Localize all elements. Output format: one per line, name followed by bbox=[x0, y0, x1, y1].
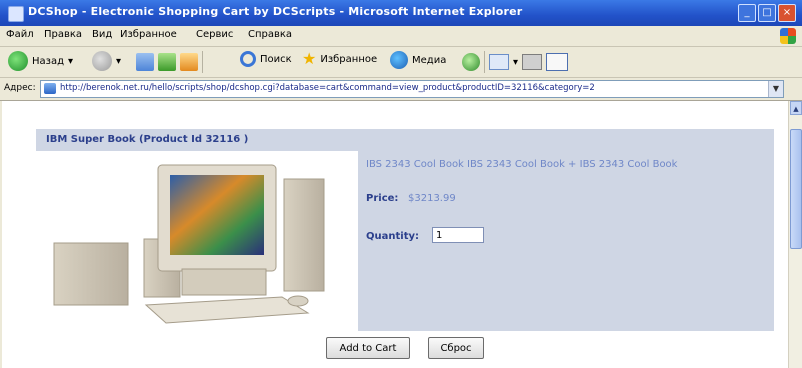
favorites-button[interactable]: ★ Избранное bbox=[302, 51, 377, 67]
media-icon bbox=[390, 51, 408, 69]
toolbar-separator bbox=[202, 51, 203, 73]
print-icon[interactable] bbox=[522, 54, 543, 70]
star-icon: ★ bbox=[302, 49, 317, 68]
quantity-label: Quantity: bbox=[366, 231, 419, 242]
product-description: IBS 2343 Cool Book IBS 2343 Cool Book + … bbox=[366, 159, 678, 170]
close-button[interactable]: × bbox=[778, 4, 796, 22]
product-details: IBS 2343 Cool Book IBS 2343 Cool Book + … bbox=[358, 151, 774, 331]
add-to-cart-button[interactable]: Add to Cart bbox=[326, 337, 410, 359]
menu-edit[interactable]: Правка bbox=[44, 29, 82, 40]
page-content: IBM Super Book (Product Id 32116 ) IBS 2… bbox=[2, 101, 788, 368]
window-controls: _ □ × bbox=[738, 4, 796, 22]
back-button[interactable]: Назад ▾ bbox=[8, 51, 73, 71]
media-label: Медиа bbox=[412, 54, 447, 66]
menu-tools[interactable]: Сервис bbox=[196, 29, 233, 40]
window-title: DCShop - Electronic Shopping Cart by DCS… bbox=[28, 5, 523, 18]
product-header: IBM Super Book (Product Id 32116 ) bbox=[36, 129, 774, 151]
search-icon bbox=[240, 51, 256, 67]
history-icon[interactable] bbox=[462, 53, 480, 71]
address-bar: Адрес: http://berenok.net.ru/hello/scrip… bbox=[0, 78, 802, 101]
home-icon[interactable] bbox=[180, 53, 198, 71]
product-title: IBM Super Book (Product Id 32116 ) bbox=[46, 134, 249, 145]
vertical-scrollbar[interactable]: ▲ bbox=[788, 101, 802, 368]
back-label: Назад bbox=[32, 55, 65, 67]
address-dropdown-icon[interactable]: ▼ bbox=[768, 81, 783, 97]
ie-page-icon bbox=[8, 6, 24, 22]
stop-icon[interactable] bbox=[136, 53, 154, 71]
forward-button[interactable]: ▾ bbox=[92, 51, 121, 71]
menu-help[interactable]: Справка bbox=[248, 29, 292, 40]
quantity-input[interactable] bbox=[432, 227, 484, 243]
title-bar[interactable]: DCShop - Electronic Shopping Cart by DCS… bbox=[0, 0, 802, 27]
extra-buttons: ▾ bbox=[462, 51, 569, 73]
address-input[interactable]: http://berenok.net.ru/hello/scripts/shop… bbox=[40, 80, 784, 98]
menu-view[interactable]: Вид bbox=[92, 29, 112, 40]
scroll-thumb[interactable] bbox=[790, 129, 802, 249]
address-url: http://berenok.net.ru/hello/scripts/shop… bbox=[60, 83, 595, 93]
reset-button[interactable]: Сброс bbox=[428, 337, 484, 359]
page-icon bbox=[44, 83, 56, 94]
edit-icon[interactable] bbox=[546, 53, 569, 71]
price-value: $3213.99 bbox=[408, 193, 456, 204]
favorites-label: Избранное bbox=[320, 53, 378, 65]
address-label: Адрес: bbox=[4, 83, 36, 93]
maximize-button[interactable]: □ bbox=[758, 4, 776, 22]
forward-dropdown-icon: ▾ bbox=[116, 55, 122, 67]
back-dropdown-icon: ▾ bbox=[68, 55, 74, 67]
search-button[interactable]: Поиск bbox=[240, 51, 292, 67]
mail-dropdown-icon[interactable]: ▾ bbox=[513, 57, 518, 68]
computer-image bbox=[53, 164, 325, 324]
minimize-button[interactable]: _ bbox=[738, 4, 756, 22]
refresh-icon[interactable] bbox=[158, 53, 176, 71]
toolbar-separator-2 bbox=[484, 51, 485, 73]
toolbar: Назад ▾ ▾ Поиск ★ Избранное Медиа ▾ bbox=[0, 47, 802, 78]
mail-icon[interactable] bbox=[489, 54, 509, 70]
forward-arrow-icon bbox=[92, 51, 112, 71]
menu-favorites[interactable]: Избранное bbox=[120, 29, 177, 40]
nav-buttons bbox=[136, 51, 203, 73]
browser-window: DCShop - Electronic Shopping Cart by DCS… bbox=[0, 0, 802, 368]
back-arrow-icon bbox=[8, 51, 28, 71]
windows-logo-icon bbox=[780, 28, 796, 44]
price-label: Price: bbox=[366, 193, 399, 204]
menu-file[interactable]: Файл bbox=[6, 29, 34, 40]
media-button[interactable]: Медиа bbox=[390, 51, 446, 69]
scroll-up-icon[interactable]: ▲ bbox=[790, 101, 802, 115]
search-label: Поиск bbox=[260, 53, 292, 65]
menu-bar: Файл Правка Вид Избранное Сервис Справка bbox=[0, 26, 802, 47]
product-image bbox=[36, 151, 358, 331]
